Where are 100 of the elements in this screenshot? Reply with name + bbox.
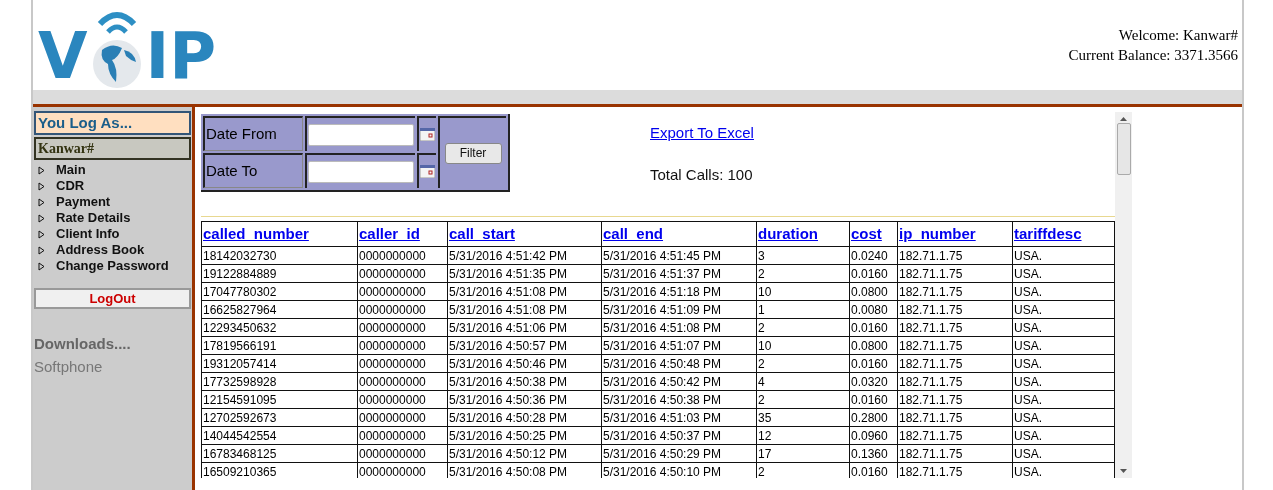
table-cell: 35 (756, 408, 850, 427)
table-cell: 0.0080 (849, 300, 898, 319)
table-cell: 5/31/2016 4:51:42 PM (447, 246, 602, 265)
balance-text: Current Balance: 3371.3566 (1068, 46, 1238, 65)
table-cell: 16625827964 (201, 300, 358, 319)
table-cell: 10 (756, 336, 850, 355)
table-cell: 19312057414 (201, 354, 358, 373)
table-cell: 0.0240 (849, 246, 898, 265)
table-cell: 0.0160 (849, 390, 898, 409)
menu-item[interactable]: Rate Details (33, 210, 192, 226)
login-title: You Log As... (34, 111, 191, 135)
table-cell: USA. (1012, 462, 1115, 478)
table-cell: 5/31/2016 4:51:03 PM (601, 408, 757, 427)
menu-item[interactable]: Change Password (33, 258, 192, 274)
logout-button[interactable]: LogOut (34, 288, 191, 309)
table-cell: 12154591095 (201, 390, 358, 409)
table-cell: 5/31/2016 4:51:45 PM (601, 246, 757, 265)
table-cell: 182.71.1.75 (897, 444, 1013, 463)
date-field[interactable] (308, 123, 414, 146)
table-cell: 0000000000 (357, 444, 448, 463)
table-cell: 0000000000 (357, 336, 448, 355)
table-cell: 0.0160 (849, 264, 898, 283)
export-link[interactable]: Export To Excel (650, 122, 754, 145)
table-cell: 0000000000 (357, 264, 448, 283)
table-cell: 182.71.1.75 (897, 372, 1013, 391)
table-cell: 5/31/2016 4:51:18 PM (601, 282, 757, 301)
table-cell: 182.71.1.75 (897, 246, 1013, 265)
table-cell: 0000000000 (357, 408, 448, 427)
table-cell: USA. (1012, 408, 1115, 427)
table-cell: 2 (756, 390, 850, 409)
table-cell: 0.0160 (849, 318, 898, 337)
table-cell: 0.2800 (849, 408, 898, 427)
table-cell: 14044542554 (201, 426, 358, 445)
table-cell: 16509210365 (201, 462, 358, 478)
table-cell: 182.71.1.75 (897, 300, 1013, 319)
logo: V IP (38, 0, 217, 90)
table-cell: 5/31/2016 4:50:38 PM (447, 372, 602, 391)
table-cell: 16783468125 (201, 444, 358, 463)
calendar-icon[interactable] (420, 165, 435, 178)
date-field[interactable] (308, 160, 414, 183)
table-cell: 5/31/2016 4:51:37 PM (601, 264, 757, 283)
table-cell: USA. (1012, 354, 1115, 373)
table-cell: 0000000000 (357, 390, 448, 409)
menu-item[interactable]: Main (33, 162, 192, 178)
table-cell: USA. (1012, 282, 1115, 301)
table-cell: 182.71.1.75 (897, 336, 1013, 355)
table-cell: 5/31/2016 4:50:38 PM (601, 390, 757, 409)
table-cell: 0000000000 (357, 246, 448, 265)
menu-item[interactable]: Client Info (33, 226, 192, 242)
table-cell: USA. (1012, 318, 1115, 337)
table-cell: 0.0800 (849, 282, 898, 301)
table-cell: 5/31/2016 4:50:12 PM (447, 444, 602, 463)
table-cell: 3 (756, 246, 850, 265)
table-cell: 5/31/2016 4:51:06 PM (447, 318, 602, 337)
table-cell: 19122884889 (201, 264, 358, 283)
table-cell: 5/31/2016 4:51:08 PM (447, 300, 602, 319)
table-cell: 5/31/2016 4:51:08 PM (447, 282, 602, 301)
table-cell: 182.71.1.75 (897, 390, 1013, 409)
table-cell: 12293450632 (201, 318, 358, 337)
calendar-icon[interactable] (420, 128, 435, 141)
table-cell: 5/31/2016 4:50:25 PM (447, 426, 602, 445)
table-cell: 0.0160 (849, 354, 898, 373)
table-cell: 5/31/2016 4:51:07 PM (601, 336, 757, 355)
table-cell: 10 (756, 282, 850, 301)
menu-item[interactable]: Payment (33, 194, 192, 210)
table-cell: 5/31/2016 4:51:09 PM (601, 300, 757, 319)
table-cell: 0000000000 (357, 282, 448, 301)
table-cell: USA. (1012, 336, 1115, 355)
table-cell: 4 (756, 372, 850, 391)
total-calls-text: Total Calls: 100 (650, 164, 754, 185)
table-cell: 2 (756, 318, 850, 337)
table-cell: 0.1360 (849, 444, 898, 463)
table-cell: 5/31/2016 4:50:08 PM (447, 462, 602, 478)
menu-item[interactable]: Address Book (33, 242, 192, 258)
table-cell: 0.0960 (849, 426, 898, 445)
table-cell: 5/31/2016 4:50:42 PM (601, 372, 757, 391)
welcome-text: Welcome: Kanwar# (1117, 26, 1238, 45)
table-cell: 5/31/2016 4:50:48 PM (601, 354, 757, 373)
scroll-down-icon[interactable] (1120, 469, 1127, 473)
table-cell: 5/31/2016 4:50:37 PM (601, 426, 757, 445)
filter-button[interactable]: Filter (444, 142, 502, 164)
table-cell: USA. (1012, 372, 1115, 391)
table-cell: 5/31/2016 4:50:46 PM (447, 354, 602, 373)
menu-item[interactable]: CDR (33, 178, 192, 194)
user-name: Kanwar# (34, 137, 191, 160)
scroll-thumb[interactable] (1116, 123, 1131, 175)
table-cell: USA. (1012, 264, 1115, 283)
scroll-up-icon[interactable] (1120, 117, 1127, 121)
table-cell: 5/31/2016 4:51:35 PM (447, 264, 602, 283)
table-cell: 0000000000 (357, 426, 448, 445)
table-cell: 1 (756, 300, 850, 319)
table-cell: 18142032730 (201, 246, 358, 265)
table-cell: 2 (756, 462, 850, 478)
table-cell: 17732598928 (201, 372, 358, 391)
table-cell: 0000000000 (357, 318, 448, 337)
table-cell: 17047780302 (201, 282, 358, 301)
table-cell: 2 (756, 354, 850, 373)
table-cell: 17819566191 (201, 336, 358, 355)
table-cell: 182.71.1.75 (897, 282, 1013, 301)
table-cell: 12702592673 (201, 408, 358, 427)
